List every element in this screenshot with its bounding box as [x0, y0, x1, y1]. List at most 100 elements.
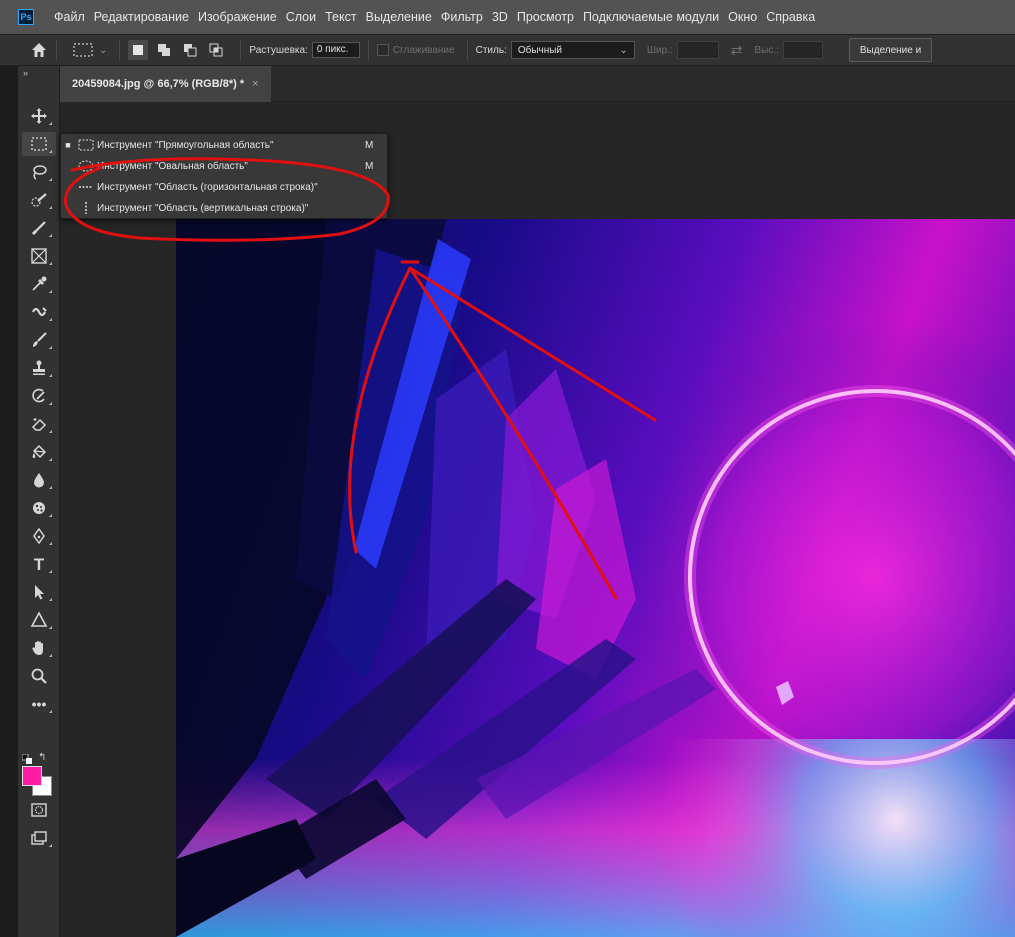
- move-tool[interactable]: [22, 104, 56, 128]
- document-tab-title: 20459084.jpg @ 66,7% (RGB/8*) *: [72, 78, 245, 90]
- path-selection-tool[interactable]: [22, 580, 56, 604]
- selected-bullet-icon: ■: [65, 140, 71, 150]
- marquee-tools-flyout: ■ Инструмент "Прямоугольная область" M И…: [60, 133, 388, 219]
- feather-input[interactable]: [311, 42, 360, 58]
- width-input[interactable]: [676, 41, 719, 59]
- divider: [119, 40, 121, 60]
- flyout-item-single-row-marquee[interactable]: Инструмент "Область (горизонтальная стро…: [61, 177, 387, 197]
- select-and-mask-button[interactable]: Выделение и: [848, 38, 933, 62]
- pen-icon: [33, 527, 45, 545]
- blur-tool[interactable]: [22, 468, 56, 492]
- history-brush-icon: [32, 388, 45, 403]
- edit-toolbar-button[interactable]: •••: [22, 692, 56, 716]
- default-colors-icon[interactable]: [22, 754, 32, 764]
- divider: [240, 40, 242, 60]
- quick-mask-button[interactable]: [22, 798, 56, 822]
- flyout-item-single-column-marquee[interactable]: Инструмент "Область (вертикальная строка…: [61, 198, 387, 218]
- flyout-item-shortcut: M: [365, 160, 374, 172]
- options-bar: ⌄ Растушевка: Сглаживание Стиль: Обычный…: [0, 34, 1015, 66]
- arrow-cursor-icon: [35, 585, 44, 600]
- screen-mode-icon: [31, 831, 47, 845]
- stamp-icon: [33, 360, 45, 375]
- single-row-marquee-icon: [75, 180, 97, 194]
- hand-tool[interactable]: [22, 636, 56, 660]
- divider: [56, 40, 57, 60]
- more-icon: •••: [31, 696, 47, 712]
- shape-tool[interactable]: [22, 608, 56, 632]
- type-tool[interactable]: T: [22, 552, 56, 576]
- flyout-item-label: Инструмент "Область (горизонтальная стро…: [97, 181, 318, 193]
- new-selection-button[interactable]: [128, 40, 149, 60]
- quick-mask-icon: [31, 803, 47, 817]
- foreground-color-swatch[interactable]: [22, 766, 42, 786]
- menu-layers[interactable]: Слои: [286, 10, 316, 24]
- type-icon: T: [33, 554, 45, 574]
- divider: [466, 40, 468, 60]
- divider: [367, 40, 369, 60]
- lasso-tool[interactable]: [22, 160, 56, 184]
- gradient-tool[interactable]: [22, 440, 56, 464]
- rectangular-marquee-tool[interactable]: [22, 132, 56, 156]
- swap-colors-icon[interactable]: ↰: [38, 752, 46, 763]
- add-to-selection-button[interactable]: [154, 40, 174, 60]
- brush-icon: [33, 332, 47, 347]
- dodge-tool[interactable]: [22, 496, 56, 520]
- eraser-tool[interactable]: [22, 412, 56, 436]
- tool-preset-marquee-icon[interactable]: [73, 43, 95, 57]
- subtract-from-selection-button[interactable]: [180, 40, 200, 60]
- style-select[interactable]: Обычный ⌄: [510, 41, 635, 59]
- menu-window[interactable]: Окно: [728, 10, 757, 24]
- home-icon[interactable]: [30, 41, 48, 59]
- antialias-label: Сглаживание: [392, 44, 455, 56]
- menu-help[interactable]: Справка: [766, 10, 815, 24]
- brush-like-icon: [31, 221, 46, 236]
- drop-icon: [34, 473, 44, 488]
- healing-brush-tool[interactable]: [22, 300, 56, 324]
- menu-filter[interactable]: Фильтр: [441, 10, 483, 24]
- canvas-image: [176, 219, 1015, 937]
- photoshop-logo-icon[interactable]: Ps: [18, 9, 34, 25]
- flyout-item-label: Инструмент "Прямоугольная область": [97, 139, 274, 151]
- width-label: Шир.:: [646, 44, 673, 56]
- elliptical-marquee-icon: [75, 159, 97, 173]
- pen-tool[interactable]: [22, 524, 56, 548]
- quick-selection-tool[interactable]: [22, 188, 56, 212]
- history-brush-tool[interactable]: [22, 384, 56, 408]
- screen-mode-button[interactable]: [22, 826, 56, 850]
- document-canvas[interactable]: [176, 219, 1015, 937]
- menu-plugins[interactable]: Подключаемые модули: [583, 10, 719, 24]
- feather-label: Растушевка:: [249, 44, 308, 56]
- flyout-item-elliptical-marquee[interactable]: Инструмент "Овальная область" M: [61, 156, 387, 176]
- menu-type[interactable]: Текст: [325, 10, 356, 24]
- swap-width-height-icon[interactable]: ⇄: [731, 42, 743, 59]
- menu-edit[interactable]: Редактирование: [94, 10, 189, 24]
- quick-selection-icon: [31, 193, 47, 207]
- menu-select[interactable]: Выделение: [366, 10, 432, 24]
- chevron-down-icon[interactable]: ⌄: [99, 45, 107, 56]
- intersect-selection-button[interactable]: [206, 40, 226, 60]
- antialias-checkbox[interactable]: [376, 44, 389, 56]
- menu-bar: Ps Файл Редактирование Изображение Слои …: [0, 0, 1015, 34]
- clone-stamp-tool[interactable]: [22, 356, 56, 380]
- crop-tool[interactable]: [22, 216, 56, 240]
- move-icon: [31, 108, 47, 124]
- flyout-item-rectangular-marquee[interactable]: ■ Инструмент "Прямоугольная область" M: [61, 135, 387, 155]
- style-label: Стиль:: [475, 44, 507, 56]
- brush-tool[interactable]: [22, 328, 56, 352]
- rectangular-marquee-icon: [75, 138, 97, 152]
- close-icon[interactable]: ×: [252, 78, 258, 90]
- eyedropper-icon: [32, 276, 47, 291]
- height-input[interactable]: [782, 41, 823, 59]
- collapse-panel-icon[interactable]: »: [23, 68, 28, 78]
- menu-image[interactable]: Изображение: [198, 10, 277, 24]
- menu-file[interactable]: Файл: [54, 10, 85, 24]
- eyedropper-tool[interactable]: [22, 272, 56, 296]
- document-tab[interactable]: 20459084.jpg @ 66,7% (RGB/8*) * ×: [60, 66, 271, 102]
- menu-3d[interactable]: 3D: [492, 10, 508, 24]
- height-label: Выс.:: [754, 44, 779, 56]
- frame-tool[interactable]: [22, 244, 56, 268]
- color-swatches: ↰: [22, 752, 56, 796]
- menu-view[interactable]: Просмотр: [517, 10, 574, 24]
- triangle-icon: [30, 611, 48, 627]
- zoom-tool[interactable]: [22, 664, 56, 688]
